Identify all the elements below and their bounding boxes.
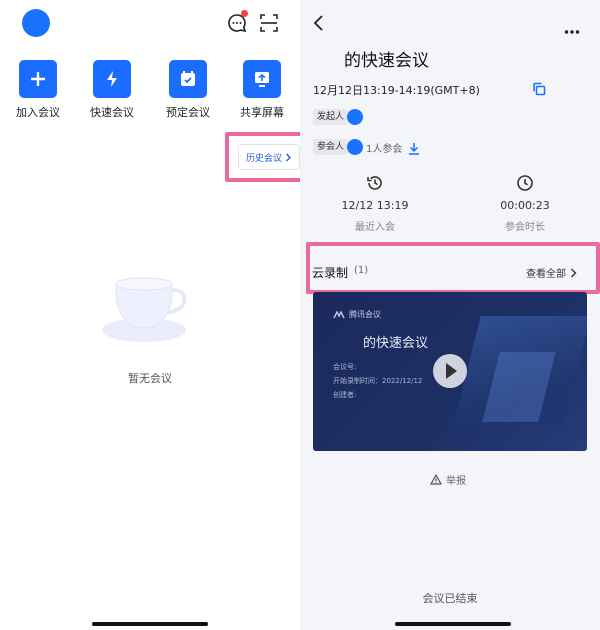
plus-icon [31, 72, 45, 86]
download-icon[interactable] [408, 140, 420, 159]
participants-label: 参会人 [313, 139, 349, 155]
chevron-right-icon [286, 153, 291, 161]
calendar-check-icon [181, 71, 195, 86]
meeting-ended-text: 会议已结束 [422, 592, 478, 605]
participant-count: 1人参会 [366, 144, 403, 155]
duration-value: 00:00:23 [500, 199, 550, 212]
clock-icon [517, 175, 533, 191]
initiator-label: 发起人 [313, 109, 349, 125]
meeting-title: 的快速会议 [344, 51, 429, 71]
share-screen-icon [255, 72, 269, 87]
empty-cup-icon [102, 277, 187, 342]
last-join-stat: 12/12 13:19 最近入会 [320, 174, 430, 233]
avatar [347, 139, 363, 155]
action-label: 预定会议 [166, 106, 210, 119]
copy-icon[interactable] [532, 81, 546, 100]
share-screen-button[interactable]: 共享屏幕 [232, 60, 292, 120]
history-meetings-label: 历史会议 [245, 153, 282, 164]
thumbnail-brand: 腾讯会议 [333, 309, 381, 320]
empty-state-text: 暂无会议 [128, 372, 172, 385]
duration-caption: 参会时长 [505, 222, 545, 233]
home-panel: 加入会议 快速会议 预定会议 共享屏幕 历史会议 暂无会议 [0, 0, 312, 630]
thumbnail-line: 创建者: [333, 391, 357, 399]
more-options-icon[interactable] [564, 20, 580, 39]
recording-highlight-frame [306, 242, 600, 294]
last-join-value: 12/12 13:19 [341, 199, 409, 212]
schedule-meeting-button[interactable]: 预定会议 [158, 60, 218, 120]
scan-icon[interactable] [258, 12, 280, 34]
report-button[interactable]: 举报 [430, 472, 466, 487]
avatar[interactable] [22, 9, 50, 37]
history-meetings-button[interactable]: 历史会议 [238, 144, 300, 170]
report-label: 举报 [446, 476, 466, 487]
history-clock-icon [367, 176, 382, 190]
play-icon[interactable] [433, 354, 467, 388]
avatar [347, 109, 363, 125]
notification-dot [241, 10, 248, 17]
thumbnail-title: 的快速会议 [363, 336, 429, 351]
duration-stat: 00:00:23 参会时长 [470, 174, 580, 233]
meeting-time: 12月12日13:19-14:19(GMT+8) [313, 84, 480, 97]
thumbnail-line: 开始录制时间：2022/12/12 [333, 377, 423, 385]
quick-meeting-button[interactable]: 快速会议 [82, 60, 142, 120]
back-icon[interactable] [312, 14, 326, 36]
action-label: 快速会议 [90, 106, 134, 119]
warning-icon [430, 474, 442, 485]
home-indicator [92, 622, 208, 626]
home-indicator [395, 622, 511, 626]
thumbnail-brand-label: 腾讯会议 [349, 310, 381, 319]
lightning-icon [107, 71, 117, 87]
join-meeting-button[interactable]: 加入会议 [8, 60, 68, 120]
last-join-caption: 最近入会 [355, 222, 395, 233]
screen: 加入会议 快速会议 预定会议 共享屏幕 历史会议 暂无会议 的快速会议 12月1… [0, 0, 600, 630]
brand-logo-icon [333, 310, 345, 318]
action-label: 共享屏幕 [240, 106, 284, 119]
action-label: 加入会议 [16, 106, 60, 119]
thumbnail-line: 会议号: [333, 363, 357, 371]
recording-thumbnail[interactable]: 腾讯会议 的快速会议 会议号: 开始录制时间：2022/12/12 创建者: [313, 292, 587, 451]
